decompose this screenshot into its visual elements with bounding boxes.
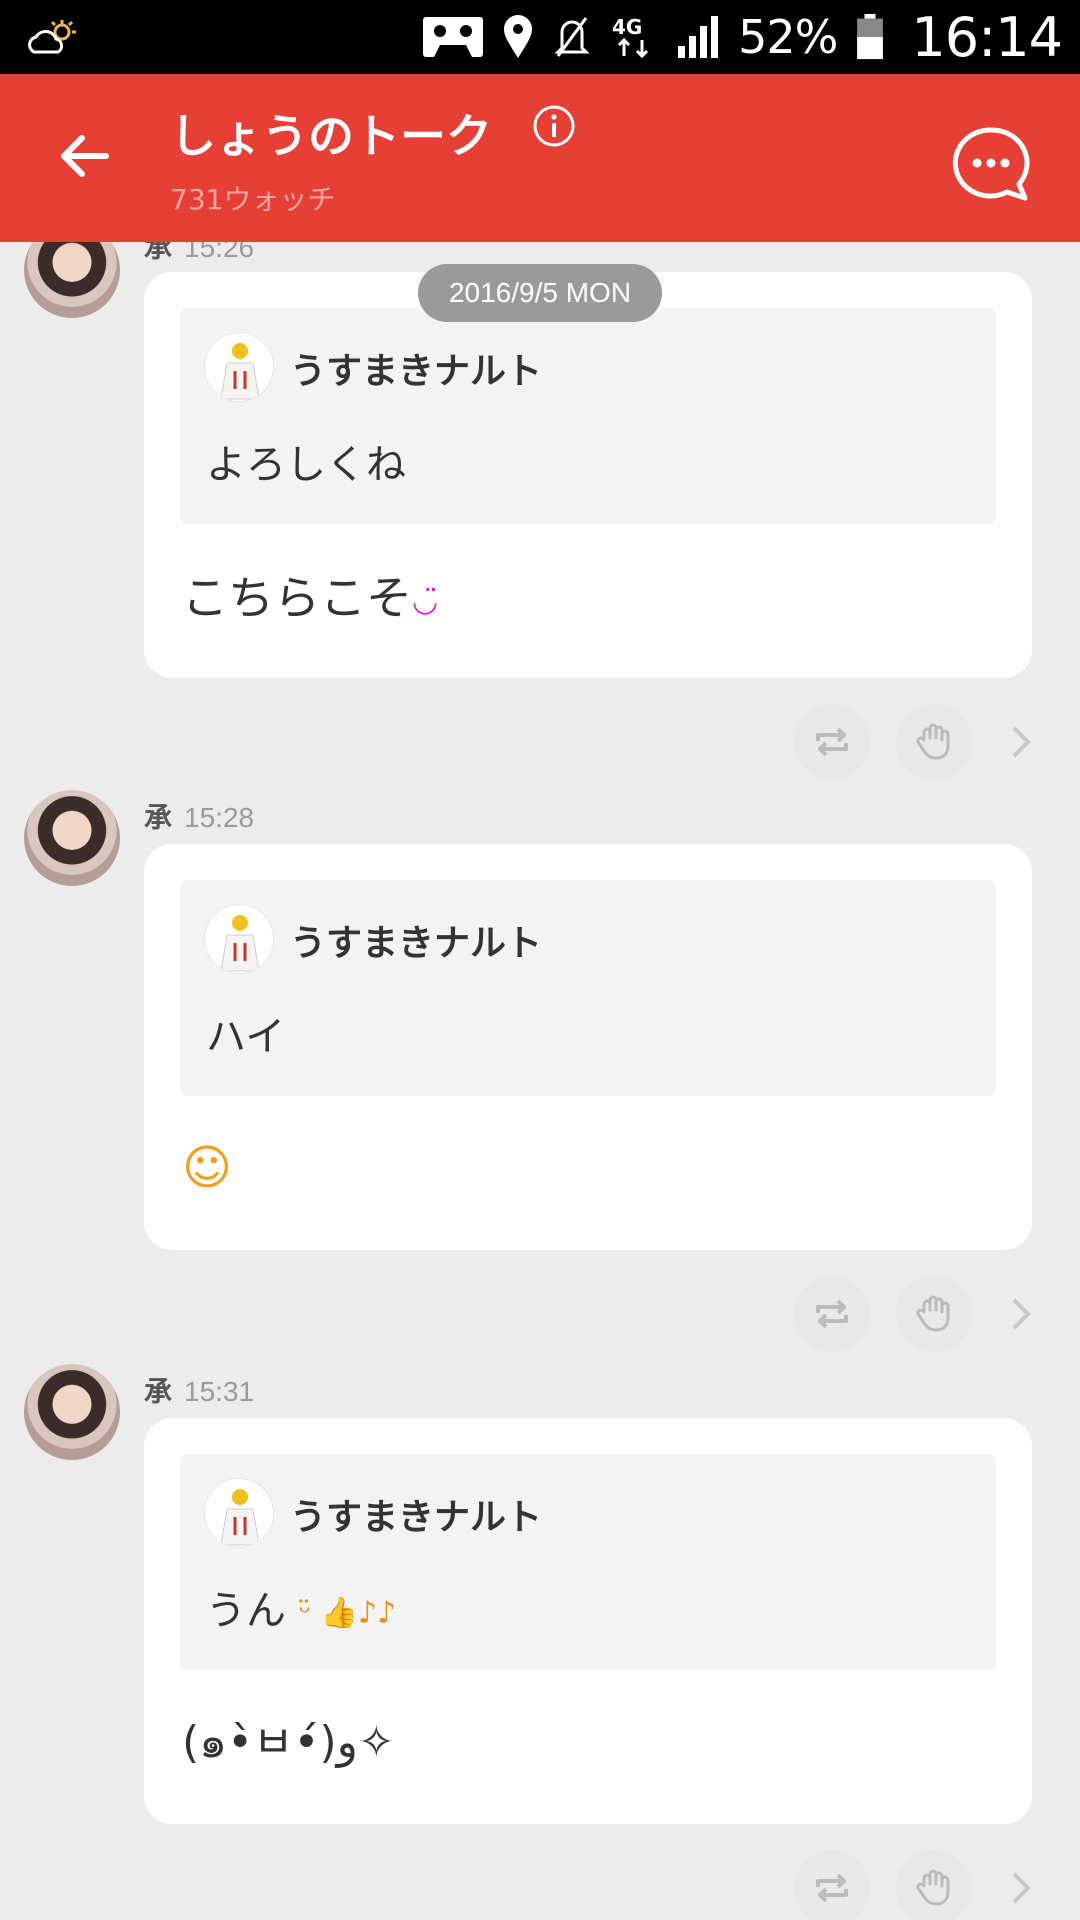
date-separator: 2016/9/5 MON bbox=[418, 264, 662, 322]
post-author: 承 bbox=[144, 801, 173, 834]
reply-body: こちらこそ bbox=[182, 571, 412, 625]
message-card[interactable]: うすまきナルト うん ᵕ̈ 👍♪♪ (๑•̀ㅂ•́)و✧ bbox=[144, 1418, 1032, 1824]
quote-author: うすまきナルト bbox=[290, 351, 543, 392]
quote-avatar bbox=[204, 1478, 274, 1548]
repost-icon bbox=[816, 1299, 848, 1329]
weather-cloudy-sun-icon bbox=[28, 20, 76, 54]
chevron-right-icon[interactable] bbox=[1002, 1296, 1038, 1332]
post-actions bbox=[790, 704, 1050, 780]
quote-author: うすまきナルト bbox=[290, 923, 543, 964]
network-4g-icon: 4G bbox=[612, 15, 649, 59]
quoted-message[interactable]: うすまきナルト うん ᵕ̈ 👍♪♪ bbox=[180, 1454, 996, 1670]
like-hand-icon bbox=[916, 1869, 950, 1906]
quoted-message[interactable]: うすまきナルト ハイ bbox=[180, 880, 996, 1096]
quote-avatar bbox=[204, 332, 274, 402]
reply-body: (๑•̀ㅂ•́)و✧ bbox=[182, 1717, 395, 1768]
like-button[interactable] bbox=[896, 1276, 972, 1352]
thumbs-up-emoji: ᵕ̈ 👍♪♪ bbox=[298, 1595, 397, 1631]
page-title: しょうのトーク bbox=[170, 109, 492, 163]
message-card[interactable]: うすまきナルト よろしくね こちらこそ◡̈ bbox=[144, 272, 1032, 678]
repost-button[interactable] bbox=[794, 704, 870, 780]
post-author: 承 bbox=[144, 1375, 173, 1408]
reply-text: (๑•̀ㅂ•́)و✧ bbox=[182, 1706, 395, 1777]
repost-button[interactable] bbox=[794, 1276, 870, 1352]
smiley-emoji: ☺ bbox=[182, 1140, 233, 1196]
reply-text: こちらこそ◡̈ bbox=[182, 562, 438, 628]
post-meta: 承 15:31 bbox=[144, 1370, 254, 1410]
clock: 16:14 bbox=[911, 5, 1063, 69]
like-button[interactable] bbox=[896, 704, 972, 780]
info-icon[interactable] bbox=[532, 104, 576, 148]
like-hand-icon bbox=[916, 723, 950, 760]
quote-body: うん bbox=[206, 1588, 286, 1634]
repost-button[interactable] bbox=[794, 1850, 870, 1920]
chat-bubble-menu-icon[interactable] bbox=[950, 124, 1032, 202]
quote-text: うん ᵕ̈ 👍♪♪ bbox=[206, 1578, 396, 1636]
post: 承 15:31 うすまきナルト うん ᵕ̈ 👍♪♪ (๑•̀ㅂ•́)و✧ bbox=[0, 1364, 1080, 1920]
post-time: 15:31 bbox=[184, 1376, 255, 1407]
mute-icon bbox=[554, 17, 590, 57]
battery-icon bbox=[857, 14, 884, 60]
like-button[interactable] bbox=[896, 1850, 972, 1920]
repost-icon bbox=[816, 727, 848, 757]
battery-percent: 52% bbox=[738, 10, 838, 64]
avatar[interactable] bbox=[24, 790, 120, 886]
post: 承 15:28 うすまきナルト ハイ ☺ bbox=[0, 790, 1080, 1352]
cassette-icon bbox=[423, 17, 484, 57]
quote-avatar bbox=[204, 904, 274, 974]
back-arrow-icon[interactable] bbox=[54, 126, 114, 186]
reply-text: ☺ bbox=[182, 1140, 232, 1196]
signal-icon bbox=[678, 16, 719, 58]
location-pin-icon bbox=[504, 15, 533, 58]
post-actions bbox=[790, 1850, 1050, 1920]
smile-emoji: ◡̈ bbox=[412, 584, 439, 619]
svg-text:4G: 4G bbox=[612, 15, 642, 39]
repost-icon bbox=[816, 1873, 848, 1903]
quote-author: うすまきナルト bbox=[290, 1497, 543, 1538]
post-meta: 承 15:26 bbox=[144, 242, 254, 266]
post-author: 承 bbox=[144, 242, 173, 264]
quote-text: よろしくね bbox=[206, 442, 406, 488]
page-subtitle: 731ウォッチ bbox=[170, 183, 336, 216]
message-card[interactable]: うすまきナルト ハイ ☺ bbox=[144, 844, 1032, 1250]
like-hand-icon bbox=[916, 1295, 950, 1332]
post-meta: 承 15:28 bbox=[144, 796, 254, 836]
quote-text: ハイ bbox=[206, 1014, 286, 1060]
post-actions bbox=[790, 1276, 1050, 1352]
timeline[interactable]: 2016/9/5 MON 承 15:26 うすまきナルト よろしくね こちらこそ◡… bbox=[0, 242, 1080, 1920]
post-time: 15:26 bbox=[184, 242, 255, 263]
chevron-right-icon[interactable] bbox=[1002, 1870, 1038, 1906]
post: 承 15:26 うすまきナルト よろしくね こちらこそ◡̈ bbox=[0, 242, 1080, 780]
avatar[interactable] bbox=[24, 242, 120, 318]
quoted-message[interactable]: うすまきナルト よろしくね bbox=[180, 308, 996, 524]
app-header: しょうのトーク 731ウォッチ bbox=[0, 74, 1080, 242]
post-time: 15:28 bbox=[184, 802, 255, 833]
avatar[interactable] bbox=[24, 1364, 120, 1460]
status-bar: 4G 52% 16:14 bbox=[0, 0, 1080, 74]
chevron-right-icon[interactable] bbox=[1002, 724, 1038, 760]
